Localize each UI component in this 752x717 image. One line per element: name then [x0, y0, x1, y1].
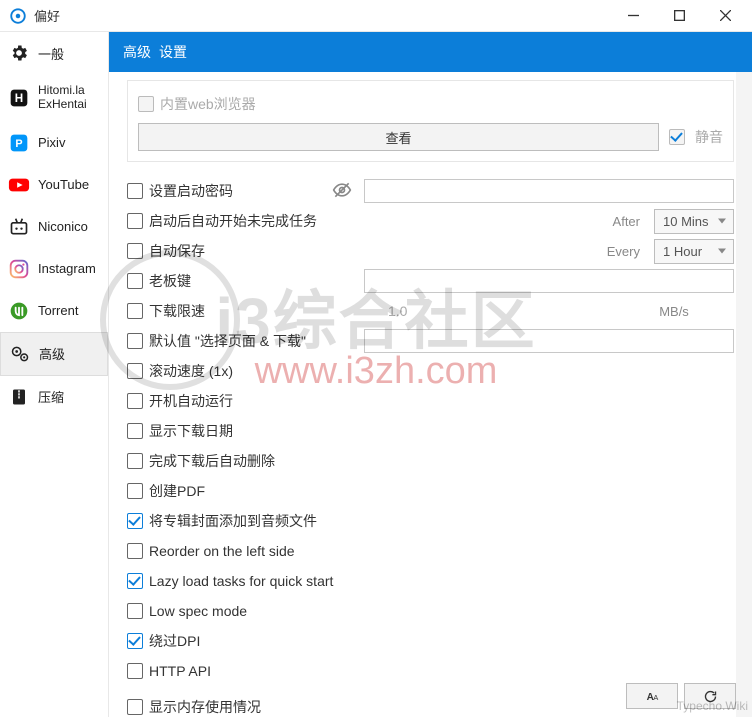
sidebar-label: Hitomi.la ExHentai — [38, 84, 87, 112]
boss-key-checkbox[interactable] — [127, 273, 143, 289]
sidebar-item-pixiv[interactable]: P Pixiv — [0, 122, 108, 164]
low-spec-checkbox[interactable] — [127, 603, 143, 619]
sidebar-item-general[interactable]: 一般 — [0, 32, 108, 74]
show-date-checkbox[interactable] — [127, 423, 143, 439]
speed-unit: MB/s — [614, 304, 734, 319]
sidebar-label: YouTube — [38, 177, 89, 192]
sidebar-label: 压缩 — [38, 387, 64, 406]
svg-text:H: H — [15, 92, 23, 105]
bypass-dpi-label: 绕过DPI — [149, 631, 200, 651]
hitomi-icon: H — [8, 87, 30, 109]
niconico-icon — [8, 216, 30, 238]
after-label: After — [613, 214, 640, 229]
close-button[interactable] — [702, 1, 748, 31]
password-input[interactable] — [364, 179, 734, 203]
show-memory-checkbox[interactable] — [127, 699, 143, 715]
scroll-speed-checkbox[interactable] — [127, 363, 143, 379]
header-title-2: 设置 — [159, 42, 187, 62]
every-select[interactable]: 1 Hour — [654, 239, 734, 264]
gear-icon — [8, 42, 30, 64]
sidebar-item-instagram[interactable]: Instagram — [0, 248, 108, 290]
youtube-icon — [8, 174, 30, 196]
gears-icon — [9, 343, 31, 365]
header-title-1: 高级 — [123, 42, 151, 62]
boss-key-input[interactable] — [364, 269, 734, 293]
embed-cover-label: 将专辑封面添加到音频文件 — [149, 511, 317, 531]
sidebar-item-hitomi[interactable]: H Hitomi.la ExHentai — [0, 74, 108, 122]
sidebar-label: Pixiv — [38, 135, 65, 150]
set-password-checkbox[interactable] — [127, 183, 143, 199]
speed-limit-checkbox[interactable] — [127, 303, 143, 319]
default-select-label: 默认值 "选择页面 & 下载" — [149, 331, 306, 351]
auto-delete-checkbox[interactable] — [127, 453, 143, 469]
every-label: Every — [607, 244, 640, 259]
auto-save-label: 自动保存 — [149, 241, 205, 261]
minimize-button[interactable] — [610, 1, 656, 31]
maximize-button[interactable] — [656, 1, 702, 31]
sidebar-label: Torrent — [38, 303, 78, 318]
builtin-browser-checkbox — [138, 96, 154, 112]
auto-save-checkbox[interactable] — [127, 243, 143, 259]
window-controls — [610, 1, 748, 31]
create-pdf-label: 创建PDF — [149, 481, 205, 501]
embed-cover-checkbox[interactable] — [127, 513, 143, 529]
lazy-load-checkbox[interactable] — [127, 573, 143, 589]
scroll-speed-label: 滚动速度 (1x) — [149, 361, 233, 381]
reset-button[interactable] — [684, 683, 736, 709]
sidebar-item-advanced[interactable]: 高级 — [0, 332, 108, 376]
pixiv-icon: P — [8, 132, 30, 154]
sidebar-item-youtube[interactable]: YouTube — [0, 164, 108, 206]
sidebar-label: Niconico — [38, 219, 88, 234]
svg-text:P: P — [15, 138, 22, 150]
svg-text:A: A — [653, 693, 658, 702]
default-select-input[interactable] — [364, 329, 734, 353]
autostart-checkbox[interactable] — [127, 393, 143, 409]
reorder-left-checkbox[interactable] — [127, 543, 143, 559]
eye-off-icon[interactable] — [332, 180, 352, 203]
http-api-checkbox[interactable] — [127, 663, 143, 679]
sidebar-label: 一般 — [38, 44, 64, 63]
boss-key-label: 老板键 — [149, 271, 191, 291]
app-icon — [8, 6, 28, 26]
show-date-label: 显示下载日期 — [149, 421, 233, 441]
auto-resume-label: 启动后自动开始未完成任务 — [149, 211, 317, 231]
sidebar-item-torrent[interactable]: Torrent — [0, 290, 108, 332]
auto-delete-label: 完成下载后自动删除 — [149, 451, 275, 471]
instagram-icon — [8, 258, 30, 280]
builtin-browser-label: 内置web浏览器 — [160, 94, 256, 114]
torrent-icon — [8, 300, 30, 322]
view-button[interactable]: 查看 — [138, 123, 659, 151]
lazy-load-label: Lazy load tasks for quick start — [149, 573, 333, 589]
autostart-label: 开机自动运行 — [149, 391, 233, 411]
set-password-label: 设置启动密码 — [149, 181, 233, 201]
bypass-dpi-checkbox[interactable] — [127, 633, 143, 649]
sidebar-item-niconico[interactable]: Niconico — [0, 206, 108, 248]
auto-resume-checkbox[interactable] — [127, 213, 143, 229]
settings-pane: 内置web浏览器 查看 静音 设置启动密码 启动后自动开始未完成任务 After… — [109, 72, 752, 717]
sidebar-item-compress[interactable]: 压缩 — [0, 376, 108, 418]
mute-label: 静音 — [695, 127, 723, 147]
content-header: 高级 设置 — [109, 32, 752, 72]
create-pdf-checkbox[interactable] — [127, 483, 143, 499]
footer-buttons: AA — [626, 683, 736, 709]
reorder-left-label: Reorder on the left side — [149, 543, 295, 559]
window-title: 偏好 — [34, 6, 60, 25]
show-memory-label: 显示内存使用情况 — [149, 697, 261, 717]
font-button[interactable]: AA — [626, 683, 678, 709]
speed-limit-label: 下载限速 — [149, 301, 205, 321]
speed-value: 1.0 — [388, 303, 608, 319]
default-select-checkbox[interactable] — [127, 333, 143, 349]
titlebar: 偏好 — [0, 0, 752, 32]
after-select[interactable]: 10 Mins — [654, 209, 734, 234]
mute-checkbox — [669, 129, 685, 145]
low-spec-label: Low spec mode — [149, 603, 247, 619]
zip-icon — [8, 386, 30, 408]
sidebar: 一般 H Hitomi.la ExHentai P Pixiv YouTube … — [0, 32, 108, 717]
sidebar-label: Instagram — [38, 261, 96, 276]
http-api-label: HTTP API — [149, 663, 211, 679]
sidebar-label: 高级 — [39, 344, 65, 363]
